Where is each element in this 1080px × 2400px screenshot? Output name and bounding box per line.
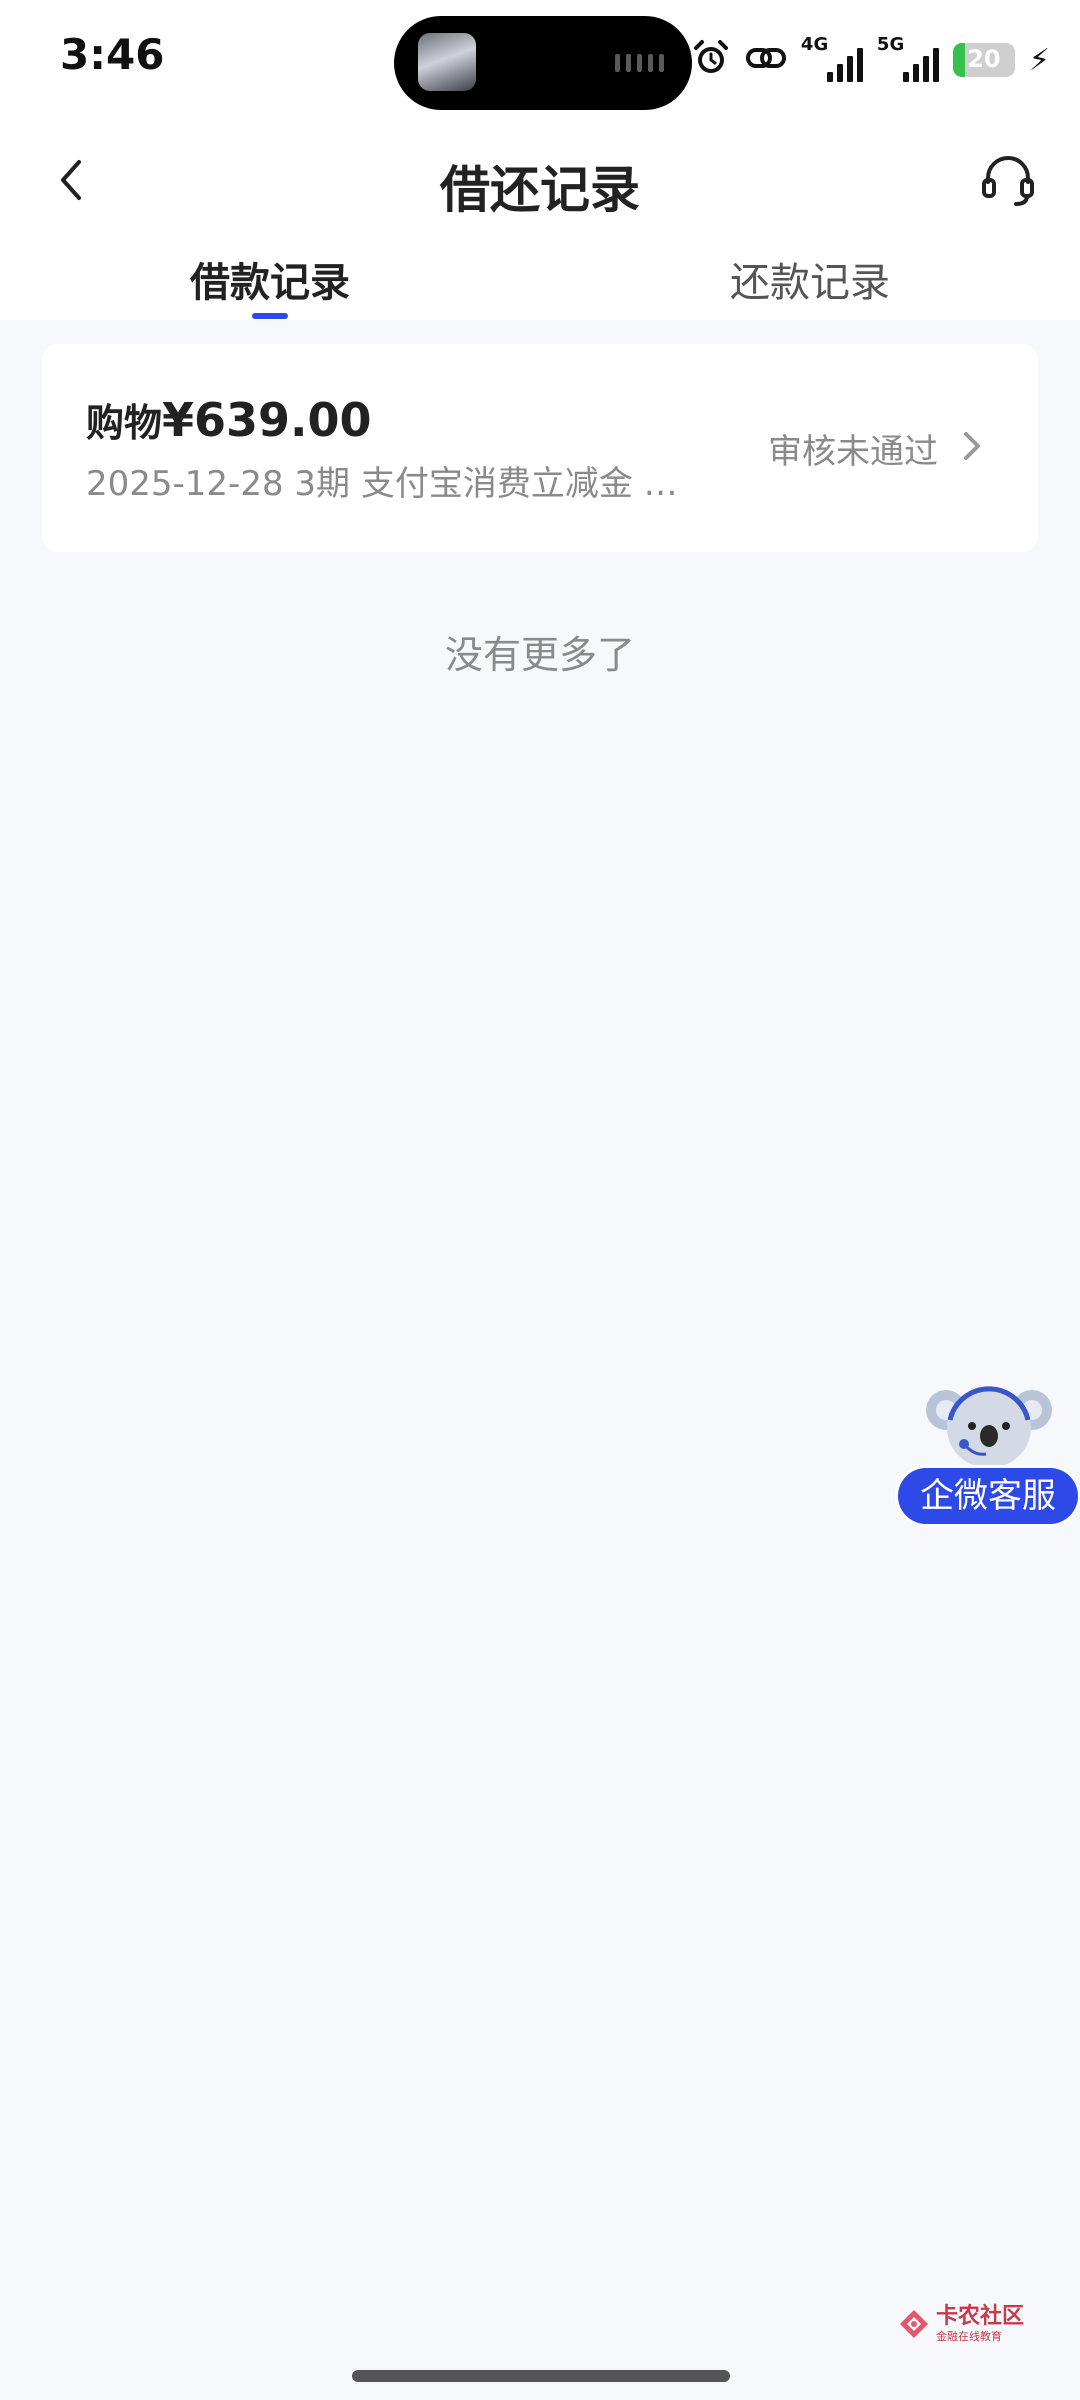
record-type: 购物 — [86, 401, 163, 445]
list-end-text: 没有更多了 — [444, 633, 635, 677]
link-icon — [745, 38, 787, 82]
headset-icon — [982, 156, 1034, 206]
signal-4g-icon: 4G — [801, 34, 863, 82]
battery-icon: 20 — [952, 43, 1015, 77]
record-status: 审核未通过 — [768, 432, 938, 472]
active-tab-indicator — [252, 313, 288, 319]
floating-service-button[interactable]: 企微客服 — [898, 1376, 1078, 1526]
record-amount: ¥639.00 — [162, 393, 372, 447]
record-meta: 2025-12-28 3期 支付宝消费立减金 … — [86, 464, 678, 504]
audio-wave-icon — [615, 54, 664, 72]
home-indicator[interactable] — [352, 2370, 730, 2382]
status-time: 3:46 — [60, 30, 165, 79]
tab-borrow-records[interactable]: 借款记录 — [0, 250, 540, 308]
customer-service-button[interactable] — [976, 148, 1040, 212]
charging-icon: ⚡ — [1028, 42, 1050, 78]
status-bar: 3:46 4G 5G 20 ⚡ — [0, 0, 1080, 120]
floating-service-label: 企微客服 — [898, 1468, 1078, 1524]
tab-repay-records[interactable]: 还款记录 — [540, 250, 1080, 308]
media-thumbnail — [418, 33, 476, 91]
page-title: 借还记录 — [440, 161, 640, 219]
status-icons: 4G 5G 20 ⚡ — [691, 30, 1050, 90]
chevron-right-icon — [964, 432, 980, 460]
watermark-logo-icon — [900, 2310, 928, 2338]
page: 3:46 4G 5G 20 ⚡ 借还记录 借款记录 还款记录 购物 ¥639.0… — [0, 0, 1080, 2400]
watermark: 卡农社区 金融在线教育 — [898, 2306, 1024, 2342]
record-card[interactable]: 购物 ¥639.00 2025-12-28 3期 支付宝消费立减金 … 审核未通… — [42, 344, 1038, 552]
nav-header: 借还记录 借款记录 还款记录 — [0, 120, 1080, 320]
koala-mascot-icon — [926, 1386, 1052, 1468]
dynamic-island[interactable] — [394, 16, 692, 110]
alarm-icon — [691, 38, 731, 82]
watermark-name: 卡农社区 — [936, 2304, 1025, 2329]
signal-5g-icon: 5G — [877, 34, 939, 82]
watermark-tagline: 金融在线教育 — [936, 2330, 1002, 2343]
record-title: 购物 ¥639.00 — [86, 392, 372, 447]
